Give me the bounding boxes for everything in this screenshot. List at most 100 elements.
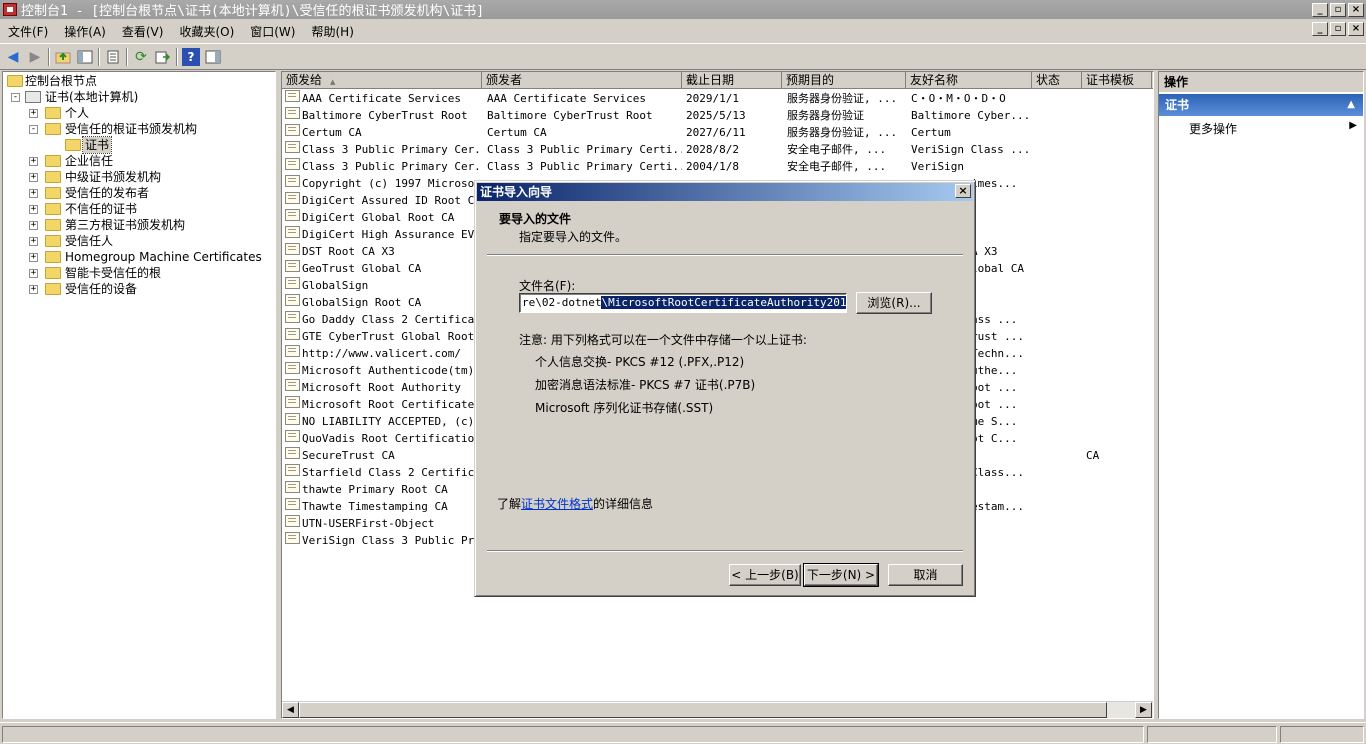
certificate-icon <box>285 294 300 306</box>
menu-window[interactable]: 窗口(W) <box>250 23 295 40</box>
tree-node[interactable]: + 不信任的证书 <box>3 201 275 217</box>
collapse-icon[interactable]: - <box>11 93 20 102</box>
expand-icon[interactable]: + <box>29 269 38 278</box>
column-header[interactable]: 颁发给 ▲ <box>282 72 482 89</box>
more-actions-item[interactable]: 更多操作 <box>1189 120 1237 137</box>
expand-icon[interactable]: + <box>29 237 38 246</box>
tree-node[interactable]: + 个人 <box>3 105 275 121</box>
cancel-button[interactable]: 取消 <box>888 564 963 586</box>
tree-node[interactable]: + 受信任的发布者 <box>3 185 275 201</box>
show-hide-action-pane-icon[interactable] <box>204 48 222 66</box>
export-list-icon[interactable] <box>154 48 172 66</box>
column-header[interactable]: 预期目的 <box>782 72 906 89</box>
certificate-icon <box>285 515 300 527</box>
dialog-close-button[interactable]: × <box>955 184 971 198</box>
menu-action[interactable]: 操作(A) <box>64 23 106 40</box>
table-cell: Class 3 Public Primary Cer... <box>302 143 482 156</box>
next-button[interactable]: 下一步(N) > <box>803 563 879 587</box>
horizontal-scrollbar[interactable]: ◀ ▶ <box>282 701 1153 718</box>
column-header[interactable]: 状态 <box>1032 72 1082 89</box>
collapse-up-icon[interactable]: ▲ <box>1347 94 1355 116</box>
column-header[interactable]: 证书模板 <box>1082 72 1152 89</box>
filename-input[interactable]: re\02-dotnet\MicrosoftRootCertificateAut… <box>519 293 847 313</box>
expand-icon[interactable]: + <box>29 205 38 214</box>
forward-arrow-icon[interactable]: ▶ <box>26 48 44 66</box>
table-cell: Techn... <box>971 347 1024 360</box>
expand-icon[interactable]: + <box>29 253 38 262</box>
close-button[interactable]: × <box>1348 2 1364 17</box>
restore-button[interactable]: ▫ <box>1330 2 1346 17</box>
tree-node[interactable]: + 智能卡受信任的根 <box>3 265 275 281</box>
child-minimize-button[interactable]: _ <box>1312 22 1328 36</box>
tree-node[interactable]: 证书 <box>3 136 275 154</box>
tree-node[interactable]: + 受信任人 <box>3 233 275 249</box>
collapse-icon[interactable]: - <box>29 125 38 134</box>
tree-node[interactable]: + 中级证书颁发机构 <box>3 169 275 185</box>
tree-node-certificates-local-computer[interactable]: - 证书(本地计算机) <box>3 89 275 105</box>
table-cell: 2027/6/11 <box>686 126 746 139</box>
certificate-icon <box>285 447 300 459</box>
up-folder-icon[interactable] <box>54 48 72 66</box>
expand-icon[interactable]: + <box>29 109 38 118</box>
tree-node-root[interactable]: 控制台根节点 <box>3 73 275 89</box>
certificate-icon <box>285 464 300 476</box>
properties-icon[interactable] <box>104 48 122 66</box>
tree-label: 受信任的根证书颁发机构 <box>65 122 198 136</box>
back-arrow-icon[interactable]: ◀ <box>4 48 22 66</box>
table-cell: Certum <box>911 126 951 139</box>
certificate-icon <box>285 158 300 170</box>
expand-icon[interactable]: + <box>29 173 38 182</box>
menu-favorites[interactable]: 收藏夹(O) <box>179 23 234 40</box>
expand-icon[interactable]: + <box>29 221 38 230</box>
back-button[interactable]: < 上一步(B) <box>729 564 801 586</box>
minimize-button[interactable]: _ <box>1312 2 1328 17</box>
menu-file[interactable]: 文件(F) <box>8 23 48 40</box>
column-header-label: 证书模板 <box>1086 73 1135 87</box>
certificate-icon <box>285 175 300 187</box>
folder-icon <box>45 171 61 183</box>
table-row[interactable]: AAA Certificate Services AAA Certificate … <box>282 90 1152 107</box>
actions-section-certificates[interactable]: 证书 ▲ <box>1159 94 1363 116</box>
console-tree: 控制台根节点 - 证书(本地计算机) + 个人 - 受信任的根证书颁发机构 证书 + 企业信… <box>2 71 276 719</box>
tree-node[interactable]: + 受信任的设备 <box>3 281 275 297</box>
table-cell: Class 3 Public Primary Certi... <box>487 160 682 173</box>
tree-node[interactable]: + Homegroup Machine Certificates <box>3 249 275 265</box>
column-header-label: 预期目的 <box>786 73 835 87</box>
browse-button[interactable]: 浏览(R)... <box>856 292 932 314</box>
tree-node[interactable]: - 受信任的根证书颁发机构 <box>3 121 275 137</box>
menu-view[interactable]: 查看(V) <box>122 23 164 40</box>
refresh-icon[interactable]: ⟳ <box>132 48 150 66</box>
table-row[interactable]: Class 3 Public Primary Cer... Class 3 Pub… <box>282 141 1152 158</box>
tree-label: 控制台根节点 <box>25 74 98 88</box>
expand-icon[interactable]: + <box>29 189 38 198</box>
tree-label: 中级证书颁发机构 <box>65 170 162 184</box>
column-header[interactable]: 颁发者 <box>482 72 682 89</box>
tree-node[interactable]: + 企业信任 <box>3 153 275 169</box>
filename-label: 文件名(F): <box>519 279 576 293</box>
table-row[interactable]: Class 3 Public Primary Cer... Class 3 Pub… <box>282 158 1152 175</box>
child-close-button[interactable]: × <box>1348 22 1364 36</box>
table-row[interactable]: Baltimore CyberTrust Root Baltimore Cyber… <box>282 107 1152 124</box>
certificate-file-formats-link[interactable]: 证书文件格式 <box>521 497 593 511</box>
scroll-right-icon[interactable]: ▶ <box>1135 702 1152 718</box>
column-header[interactable]: 友好名称 <box>906 72 1032 89</box>
help-icon[interactable]: ? <box>182 47 200 66</box>
scroll-thumb[interactable] <box>299 702 1107 718</box>
format-pkcs12: 个人信息交换- PKCS #12 (.PFX,.P12) <box>535 355 745 369</box>
column-header[interactable]: 截止日期 <box>682 72 782 89</box>
table-cell: DigiCert Assured ID Root CA <box>302 194 481 207</box>
show-hide-tree-icon[interactable] <box>76 48 94 66</box>
tree-node[interactable]: + 第三方根证书颁发机构 <box>3 217 275 233</box>
child-restore-button[interactable]: ▫ <box>1330 22 1346 36</box>
scroll-left-icon[interactable]: ◀ <box>282 702 299 718</box>
certificate-icon <box>285 481 300 493</box>
certificate-import-wizard: 证书导入向导 × 要导入的文件 指定要导入的文件。 文件名(F): re\02-… <box>474 180 976 597</box>
format-note: 注意: 用下列格式可以在一个文件中存储一个以上证书: <box>519 333 807 347</box>
expand-icon[interactable]: + <box>29 157 38 166</box>
menu-help[interactable]: 帮助(H) <box>311 23 353 40</box>
table-row[interactable]: Certum CA Certum CA 2027/6/11 服务器身份验证, ... C… <box>282 124 1152 141</box>
tree-label: Homegroup Machine Certificates <box>65 250 262 264</box>
status-bar <box>0 722 1366 744</box>
expand-icon[interactable]: + <box>29 285 38 294</box>
table-cell: Baltimore Cyber... <box>911 109 1031 122</box>
